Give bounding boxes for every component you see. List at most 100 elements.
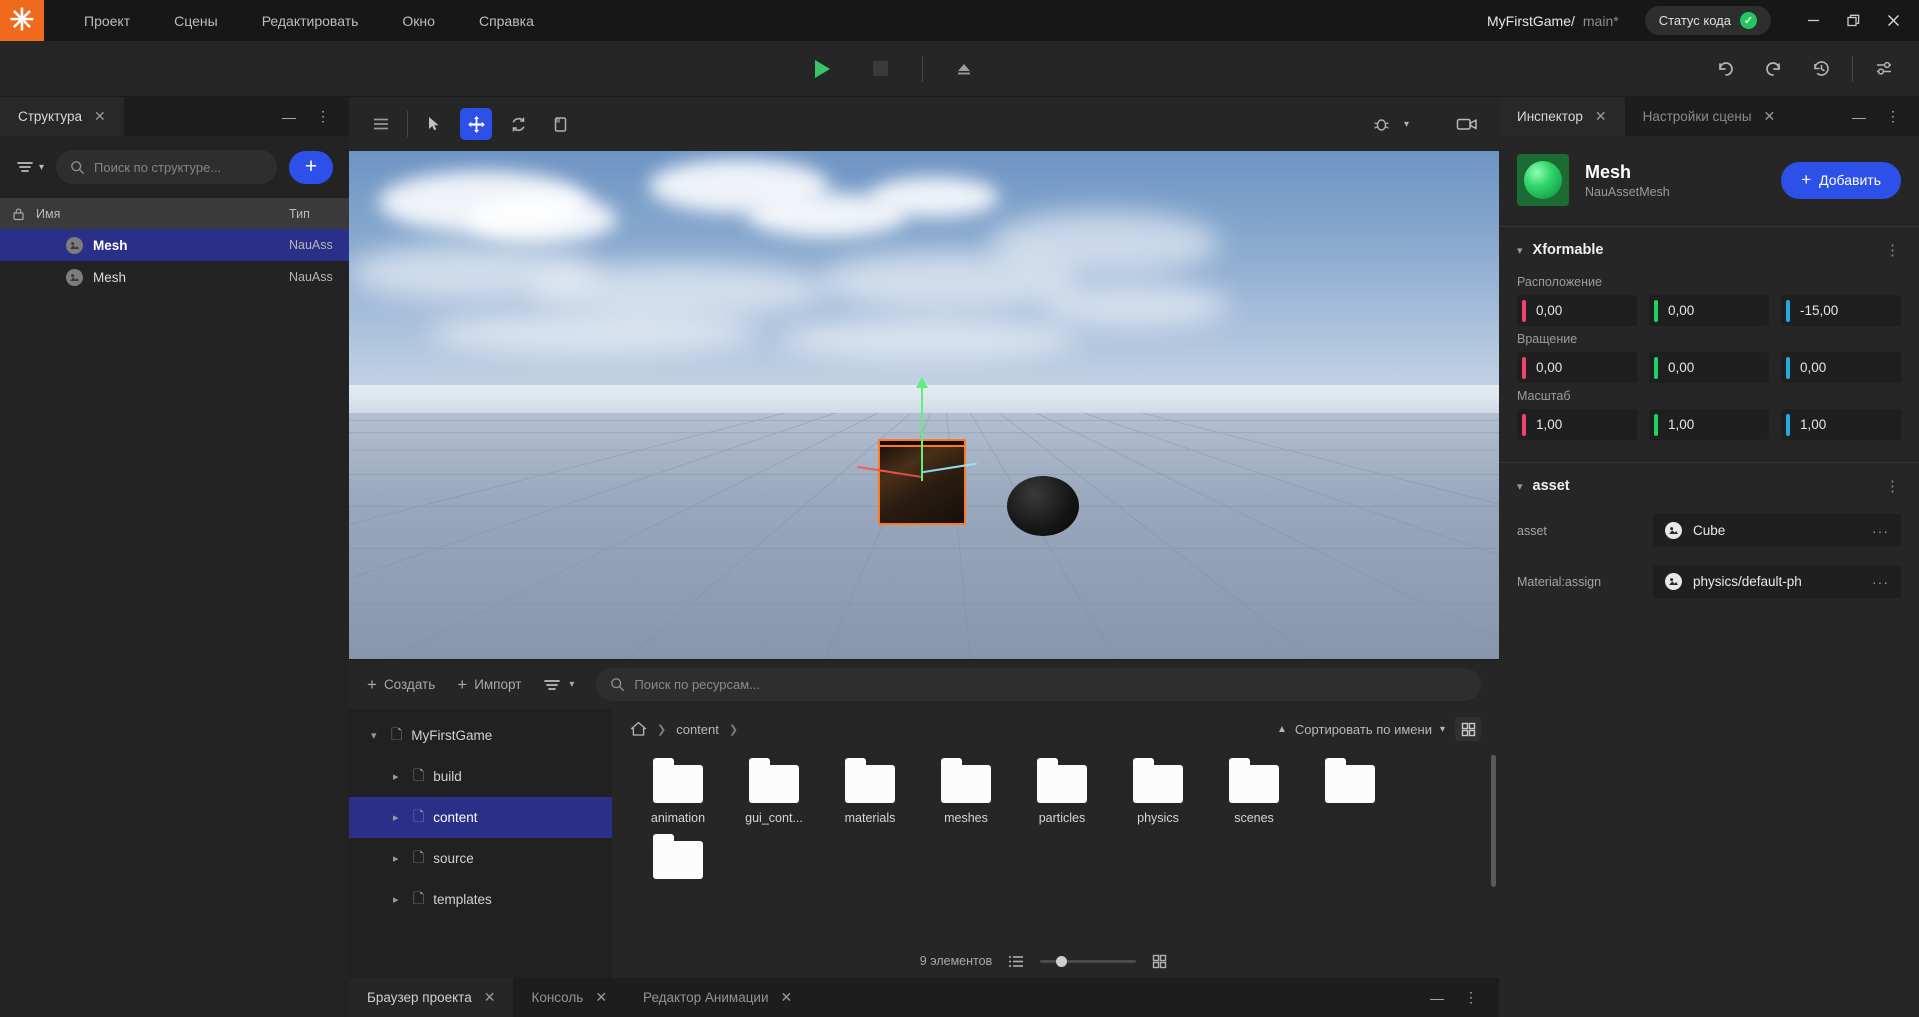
tab-console[interactable]: Консоль ✕ bbox=[513, 978, 625, 1017]
create-asset-button[interactable]: + Создать bbox=[367, 675, 435, 695]
close-icon[interactable]: ✕ bbox=[1764, 108, 1776, 125]
list-item[interactable]: gui_cont... bbox=[726, 765, 822, 825]
add-component-button[interactable]: + Добавить bbox=[1781, 162, 1901, 199]
menu-item-project[interactable]: Проект bbox=[62, 7, 152, 35]
chevron-down-icon[interactable]: ▾ bbox=[1517, 244, 1523, 257]
chevron-right-icon[interactable]: ▸ bbox=[393, 811, 404, 824]
undo-button[interactable] bbox=[1708, 52, 1742, 86]
app-logo[interactable]: ✳ bbox=[0, 0, 44, 41]
chevron-down-icon[interactable]: ▾ bbox=[1517, 480, 1523, 493]
play-button[interactable] bbox=[806, 52, 840, 86]
asset-section-header[interactable]: ▾ asset ⋮ bbox=[1499, 463, 1919, 505]
viewport-menu-button[interactable] bbox=[365, 108, 397, 140]
list-item[interactable] bbox=[1302, 765, 1398, 825]
menu-item-edit[interactable]: Редактировать bbox=[240, 7, 381, 35]
minimize-button[interactable] bbox=[1793, 0, 1833, 41]
list-item[interactable]: physics bbox=[1110, 765, 1206, 825]
material-more-button[interactable]: ··· bbox=[1872, 574, 1889, 590]
panel-menu-button[interactable]: ⋮ bbox=[1879, 106, 1907, 127]
tree-item-content[interactable]: ▸ 🗋 content bbox=[349, 797, 612, 838]
xformable-section-header[interactable]: ▾ Xformable ⋮ bbox=[1499, 227, 1919, 269]
redo-button[interactable] bbox=[1756, 52, 1790, 86]
dark-sphere-object[interactable] bbox=[1007, 476, 1079, 536]
position-y-input[interactable]: 0,00 bbox=[1649, 295, 1769, 326]
chevron-down-icon[interactable]: ▾ bbox=[1404, 119, 1409, 130]
gizmo-y-arrow[interactable] bbox=[916, 377, 928, 388]
list-item[interactable]: scenes bbox=[1206, 765, 1302, 825]
list-view-button[interactable] bbox=[1008, 955, 1024, 968]
panel-menu-button[interactable]: ⋮ bbox=[309, 106, 337, 127]
close-button[interactable] bbox=[1873, 0, 1913, 41]
menu-item-window[interactable]: Окно bbox=[380, 7, 457, 35]
close-icon[interactable]: ✕ bbox=[484, 989, 496, 1006]
tab-scene-settings[interactable]: Настройки сцены ✕ bbox=[1625, 97, 1794, 136]
outliner-search-input[interactable]: Поиск по структуре... bbox=[56, 150, 277, 184]
scale-tool-button[interactable] bbox=[544, 108, 576, 140]
minimize-panel-button[interactable]: — bbox=[1423, 988, 1451, 1008]
scale-y-input[interactable]: 1,00 bbox=[1649, 409, 1769, 440]
menu-item-help[interactable]: Справка bbox=[457, 7, 556, 35]
section-menu-button[interactable]: ⋮ bbox=[1885, 241, 1901, 259]
move-tool-button[interactable] bbox=[460, 108, 492, 140]
tab-structure[interactable]: Структура ✕ bbox=[0, 97, 124, 136]
section-menu-button[interactable]: ⋮ bbox=[1885, 477, 1901, 495]
asset-grid-scrollbar[interactable] bbox=[1491, 755, 1496, 887]
close-icon[interactable]: ✕ bbox=[94, 108, 106, 125]
code-status-badge[interactable]: Статус кода ✓ bbox=[1645, 6, 1771, 35]
close-icon[interactable]: ✕ bbox=[781, 989, 793, 1006]
position-z-input[interactable]: -15,00 bbox=[1781, 295, 1901, 326]
rotation-x-input[interactable]: 0,00 bbox=[1517, 352, 1637, 383]
tree-item-build[interactable]: ▸ 🗋 build bbox=[349, 756, 612, 797]
table-row[interactable]: Mesh NauAss bbox=[0, 229, 349, 261]
scale-z-input[interactable]: 1,00 bbox=[1781, 409, 1901, 440]
type-column-header[interactable]: Тип bbox=[289, 207, 349, 221]
menu-item-scenes[interactable]: Сцены bbox=[152, 7, 240, 35]
maximize-button[interactable] bbox=[1833, 0, 1873, 41]
grid-view-button[interactable] bbox=[1455, 717, 1481, 741]
asset-more-button[interactable]: ··· bbox=[1872, 523, 1889, 539]
breadcrumb-item-content[interactable]: content bbox=[676, 722, 719, 737]
asset-field-value[interactable]: Cube ··· bbox=[1653, 514, 1901, 547]
import-asset-button[interactable]: + Импорт bbox=[457, 675, 521, 695]
name-column-header[interactable]: Имя bbox=[36, 207, 289, 221]
minimize-panel-button[interactable]: — bbox=[275, 107, 303, 127]
position-x-input[interactable]: 0,00 bbox=[1517, 295, 1637, 326]
list-item[interactable]: animation bbox=[630, 765, 726, 825]
list-item[interactable]: materials bbox=[822, 765, 918, 825]
add-entity-button[interactable]: + bbox=[289, 151, 333, 184]
stop-button[interactable] bbox=[864, 52, 898, 86]
chevron-right-icon[interactable]: ▸ bbox=[393, 852, 404, 865]
tab-inspector[interactable]: Инспектор ✕ bbox=[1499, 97, 1625, 136]
eject-button[interactable] bbox=[947, 52, 981, 86]
tree-item-templates[interactable]: ▸ 🗋 templates bbox=[349, 879, 612, 920]
panel-menu-button[interactable]: ⋮ bbox=[1457, 987, 1485, 1008]
viewport-camera-button[interactable] bbox=[1451, 108, 1483, 140]
rotation-y-input[interactable]: 0,00 bbox=[1649, 352, 1769, 383]
history-button[interactable] bbox=[1804, 52, 1838, 86]
tree-item-source[interactable]: ▸ 🗋 source bbox=[349, 838, 612, 879]
list-item[interactable]: meshes bbox=[918, 765, 1014, 825]
rotation-z-input[interactable]: 0,00 bbox=[1781, 352, 1901, 383]
minimize-panel-button[interactable]: — bbox=[1845, 107, 1873, 127]
close-icon[interactable]: ✕ bbox=[1595, 108, 1607, 125]
asset-filter-button[interactable]: ▾ bbox=[543, 677, 574, 693]
asset-search-input[interactable]: Поиск по ресурсам... bbox=[596, 668, 1481, 701]
list-item[interactable]: particles bbox=[1014, 765, 1110, 825]
chevron-right-icon[interactable]: ▸ bbox=[393, 893, 404, 906]
viewport-debug-button[interactable] bbox=[1366, 108, 1398, 140]
tab-project-browser[interactable]: Браузер проекта ✕ bbox=[349, 978, 513, 1017]
gizmo-y-axis[interactable] bbox=[921, 383, 923, 481]
close-icon[interactable]: ✕ bbox=[595, 989, 607, 1006]
chevron-right-icon[interactable]: ▸ bbox=[393, 770, 404, 783]
table-row[interactable]: Mesh NauAss bbox=[0, 261, 349, 293]
3d-viewport[interactable] bbox=[349, 151, 1499, 659]
rotate-tool-button[interactable] bbox=[502, 108, 534, 140]
select-tool-button[interactable] bbox=[418, 108, 450, 140]
slider-handle[interactable] bbox=[1056, 956, 1067, 967]
list-item[interactable] bbox=[630, 841, 726, 887]
thumbnail-size-slider[interactable] bbox=[1040, 960, 1136, 963]
scale-x-input[interactable]: 1,00 bbox=[1517, 409, 1637, 440]
outliner-filter-button[interactable]: ▾ bbox=[16, 159, 44, 175]
tree-item-myfirstgame[interactable]: ▾ 🗋 MyFirstGame bbox=[349, 715, 612, 756]
chevron-down-icon[interactable]: ▾ bbox=[371, 729, 382, 742]
